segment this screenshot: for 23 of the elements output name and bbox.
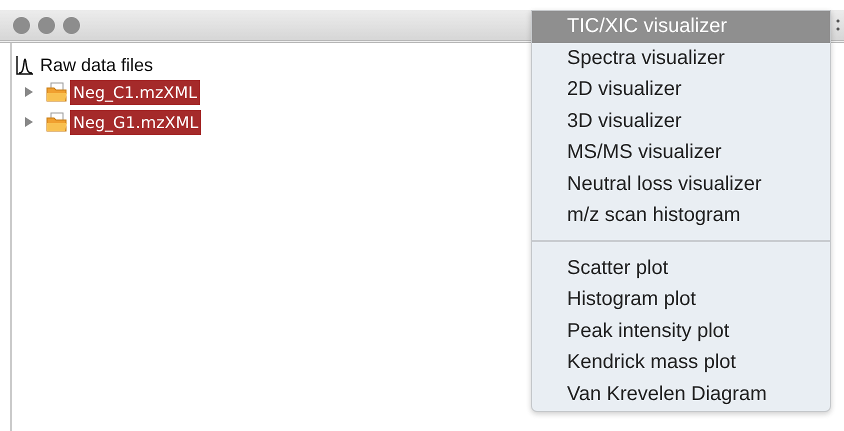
menu-item[interactable]: m/z scan histogram	[532, 200, 830, 232]
tree-item[interactable]: Neg_G1.mzXML	[70, 110, 202, 134]
menu-item[interactable]: Van Krevelen Diagram	[532, 378, 830, 410]
menu-item[interactable]: 2D visualizer	[532, 74, 830, 106]
expand-icon[interactable]	[24, 86, 34, 98]
menu-item[interactable]: Peak intensity plot	[532, 316, 830, 347]
menu-item[interactable]: Neutral loss visualizer	[532, 168, 830, 200]
window-button[interactable]	[38, 16, 55, 34]
folder-icon	[46, 82, 68, 102]
window-button[interactable]	[63, 16, 80, 34]
menu-item[interactable]: 3D visualizer	[532, 106, 830, 137]
menu-item[interactable]: Scatter plot	[532, 252, 830, 284]
grip-icon	[836, 18, 840, 32]
window-button[interactable]	[13, 16, 30, 34]
menu-item[interactable]: Histogram plot	[532, 284, 830, 316]
menu-item[interactable]: Spectra visualizer	[532, 42, 830, 74]
tree-item[interactable]: Neg_C1.mzXML	[70, 80, 200, 104]
menu-item[interactable]: MS/MS visualizer	[532, 137, 830, 168]
folder-icon	[46, 112, 68, 132]
menu-item[interactable]: Kendrick mass plot	[532, 347, 830, 378]
expand-icon[interactable]	[24, 116, 34, 128]
tree-item[interactable]: Raw data files	[40, 54, 154, 76]
peak-icon	[16, 55, 34, 75]
